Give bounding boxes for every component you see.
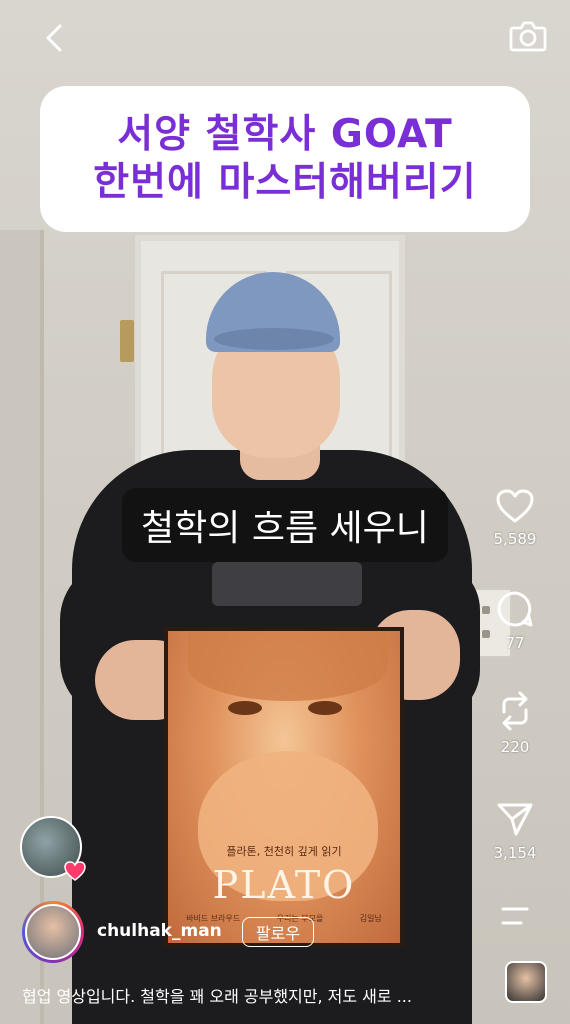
book-translator: 김일남 <box>359 914 382 923</box>
share-count: 3,154 <box>493 844 537 862</box>
back-button[interactable] <box>34 18 74 58</box>
comment-icon <box>497 591 533 627</box>
title-line-1: 서양 철학사 GOAT <box>117 112 453 157</box>
book-title: PLATO <box>212 863 356 907</box>
more-menu-icon <box>501 907 529 925</box>
comment-count: 77 <box>505 634 525 652</box>
repost-count: 220 <box>500 738 530 756</box>
chevron-left-icon <box>46 24 62 52</box>
post-description[interactable]: 협업 영상입니다. 철학을 꽤 오래 공부했지만, 저도 새로 ... <box>22 983 492 1007</box>
title-line-2: 한번에 마스터해버리기 <box>93 160 477 205</box>
book-subtitle: 플라톤, 천천히 깊게 읽기 <box>226 845 342 858</box>
profile-avatar[interactable] <box>22 901 84 963</box>
comment-button[interactable]: 77 <box>460 590 570 652</box>
heart-badge-icon <box>64 861 86 881</box>
repost-button[interactable]: 220 <box>460 690 570 756</box>
share-button[interactable]: 3,154 <box>460 800 570 862</box>
door-hinge <box>120 320 134 362</box>
follow-button[interactable]: 팔로우 <box>242 917 314 947</box>
like-count: 5,589 <box>493 530 537 548</box>
repost-icon <box>502 691 528 731</box>
more-options-button[interactable] <box>460 904 570 928</box>
audio-thumbnail[interactable] <box>505 961 547 1003</box>
camera-icon <box>509 21 547 52</box>
send-icon <box>497 803 533 836</box>
video-title-card: 서양 철학사 GOAT 한번에 마스터해버리기 <box>40 86 530 232</box>
username[interactable]: chulhak_man <box>97 921 222 941</box>
shirt-print <box>212 562 362 606</box>
video-caption: 철학의 흐름 세우니 <box>122 488 448 562</box>
like-button[interactable]: 5,589 <box>460 488 570 548</box>
plato-book-cover: 플라톤, 천천히 깊게 읽기 PLATO 바비드 브라우드 우리는 부모을 김일… <box>164 627 404 947</box>
camera-button[interactable] <box>506 16 550 56</box>
heart-icon <box>496 489 534 523</box>
